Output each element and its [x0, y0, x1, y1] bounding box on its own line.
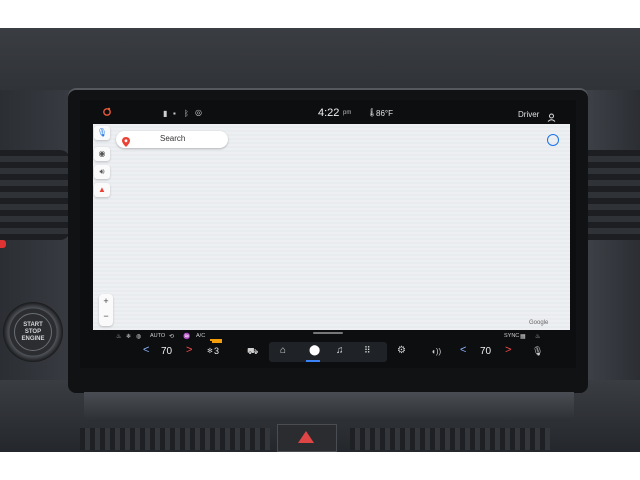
- connection-icon: ◎: [195, 108, 202, 117]
- fan-icon: ✻: [207, 348, 213, 355]
- clock-ampm: pm: [343, 110, 352, 116]
- screen-shelf: [84, 392, 574, 422]
- passenger-temp-up-button[interactable]: >: [505, 344, 511, 356]
- climate-ac[interactable]: A/C: [196, 333, 205, 339]
- climate-sync[interactable]: SYNC: [504, 333, 519, 339]
- start-stop-label: START STOP ENGINE: [21, 322, 45, 342]
- panel-handle[interactable]: [313, 332, 343, 334]
- recirculation-icon[interactable]: ⟲: [169, 333, 174, 341]
- rear-defrost-icon[interactable]: ▦: [520, 333, 526, 341]
- hazard-icon: [298, 431, 314, 443]
- passenger-temp-down-button[interactable]: <: [460, 344, 466, 356]
- passenger-temperature: 70: [480, 346, 492, 357]
- message-icon: ▪: [173, 109, 176, 118]
- bluetooth-icon: ᛒ: [184, 109, 189, 118]
- apps-grid-icon[interactable]: ⠿: [364, 345, 371, 356]
- profile-icon[interactable]: [547, 109, 556, 122]
- climate-auto[interactable]: AUTO: [150, 333, 165, 339]
- left-air-vent: [0, 150, 70, 240]
- passenger-seat-icon[interactable]: ♨: [535, 333, 540, 341]
- seat-cool-icon[interactable]: ❄: [126, 333, 131, 341]
- compass-icon[interactable]: ▲: [94, 183, 110, 197]
- layers-icon[interactable]: ◉: [94, 147, 110, 161]
- mic-icon[interactable]: 🎙︎: [94, 126, 110, 140]
- fan-indicator: [212, 341, 222, 343]
- fan-speed[interactable]: 3: [214, 346, 219, 356]
- home-icon[interactable]: ⌂: [280, 345, 286, 356]
- assistant-icon[interactable]: [103, 104, 111, 116]
- account-icon[interactable]: [547, 134, 559, 146]
- search-input[interactable]: Search: [160, 134, 185, 143]
- volume-icon[interactable]: 🔊︎: [94, 165, 110, 179]
- map-attribution: Google: [529, 320, 549, 326]
- vehicle-icon[interactable]: ⛟: [247, 347, 258, 356]
- driver-temperature: 70: [161, 346, 173, 357]
- maps-icon[interactable]: ⬤: [309, 345, 320, 356]
- center-vent-right: [350, 428, 550, 450]
- zoom-in-button[interactable]: +: [99, 294, 113, 309]
- settings-icon[interactable]: ⚙: [397, 346, 406, 356]
- map-pin-icon: [122, 134, 130, 147]
- driver-profile[interactable]: Driver: [518, 110, 539, 119]
- voice-icon[interactable]: 🎙︎: [532, 347, 543, 356]
- music-icon[interactable]: ♫: [336, 345, 344, 356]
- seat-heat-icon[interactable]: ♨: [116, 333, 121, 341]
- map-view[interactable]: [93, 124, 570, 330]
- active-tab-indicator: [306, 360, 320, 362]
- outside-temperature: 86°F: [376, 109, 393, 118]
- clock-time: 4:22: [318, 107, 340, 119]
- zoom-out-button[interactable]: −: [99, 309, 113, 324]
- defrost-icon[interactable]: ♒: [183, 333, 190, 341]
- phone-icon: ▮: [163, 109, 168, 118]
- driver-temp-up-button[interactable]: >: [186, 344, 192, 356]
- right-air-vent: [588, 150, 640, 240]
- indicator-light: [0, 240, 6, 248]
- audio-icon[interactable]: ◖)): [431, 348, 441, 356]
- zoom-control: + −: [99, 294, 113, 326]
- center-vent-left: [80, 428, 270, 450]
- steering-heat-icon[interactable]: ◍: [136, 333, 141, 341]
- driver-temp-down-button[interactable]: <: [143, 344, 149, 356]
